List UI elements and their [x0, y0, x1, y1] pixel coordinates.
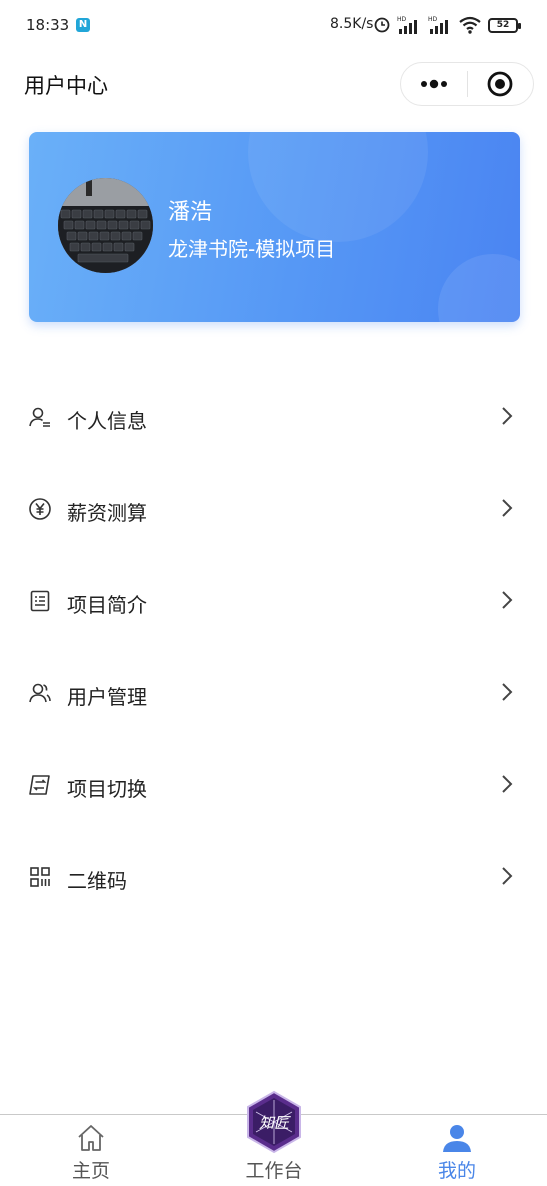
menu-item-label: 项目简介 — [67, 593, 147, 617]
more-button[interactable] — [401, 63, 467, 105]
wifi-icon — [459, 16, 481, 34]
battery-level: 52 — [496, 20, 510, 30]
svg-text:HD: HD — [397, 16, 407, 23]
chevron-right-icon — [502, 867, 513, 885]
users-icon — [29, 683, 51, 703]
status-time: 18:33 — [26, 16, 70, 34]
menu-item-salary-calc[interactable]: 薪资测算 — [0, 464, 547, 556]
menu-item-user-management[interactable]: 用户管理 — [0, 648, 547, 740]
yen-circle-icon — [29, 498, 51, 520]
menu-item-label: 用户管理 — [67, 685, 147, 709]
clock-icon — [374, 17, 390, 33]
chevron-right-icon — [502, 683, 513, 701]
menu-item-personal-info[interactable]: 个人信息 — [0, 372, 547, 464]
target-circle-icon — [487, 71, 513, 97]
network-speed: 8.5K/s — [330, 16, 374, 32]
chevron-right-icon — [502, 591, 513, 609]
chevron-right-icon — [502, 407, 513, 425]
user-project: 龙津书院-模拟项目 — [168, 237, 336, 261]
menu-item-label: 个人信息 — [67, 409, 147, 433]
status-bar: 18:33 N 8.5K/s HD HD 52 — [0, 0, 547, 52]
tab-home-label: 主页 — [71, 1160, 110, 1182]
menu-item-label: 二维码 — [67, 869, 127, 893]
nav-bar: 用户中心 — [0, 58, 547, 112]
card-decoration-2 — [438, 254, 520, 322]
switch-project-icon — [29, 775, 50, 795]
card-decoration — [248, 132, 428, 242]
user-info-icon — [29, 407, 50, 427]
tab-mine[interactable]: 我的 — [397, 1115, 517, 1186]
menu-item-switch-project[interactable]: 项目切换 — [0, 740, 547, 832]
battery-icon: 52 — [488, 17, 521, 33]
avatar[interactable] — [58, 178, 153, 273]
user-name: 潘浩 — [168, 200, 213, 225]
menu-list: 个人信息 薪资测算 项目简介 用户管理 项目切换 二维码 — [0, 372, 547, 924]
menu-item-label: 项目切换 — [67, 777, 147, 801]
menu-item-label: 薪资测算 — [67, 501, 147, 525]
workbench-emblem-icon[interactable]: 知匠 — [244, 1090, 304, 1154]
document-list-icon — [30, 590, 50, 612]
emblem-text: 知匠 — [259, 1114, 291, 1132]
home-icon — [78, 1125, 104, 1151]
miniprogram-capsule — [400, 62, 534, 106]
qr-code-icon — [30, 867, 50, 887]
menu-item-qr-code[interactable]: 二维码 — [0, 832, 547, 924]
close-miniprogram-button[interactable] — [468, 63, 534, 105]
signal-hd-icon-2: HD — [428, 16, 448, 34]
tab-mine-label: 我的 — [437, 1160, 476, 1182]
keyboard-photo — [58, 178, 153, 273]
chevron-right-icon — [502, 499, 513, 517]
profile-card[interactable]: 潘浩 龙津书院-模拟项目 — [29, 132, 520, 322]
page-title: 用户中心 — [24, 74, 108, 98]
system-icons: HD HD 52 — [374, 14, 521, 36]
tab-workbench-label: 工作台 — [245, 1160, 303, 1182]
svg-text:HD: HD — [428, 16, 438, 23]
signal-hd-icon: HD — [397, 16, 417, 34]
chevron-right-icon — [502, 775, 513, 793]
tab-home[interactable]: 主页 — [31, 1115, 151, 1186]
app-notification-icon: N — [76, 18, 90, 32]
menu-item-project-intro[interactable]: 项目简介 — [0, 556, 547, 648]
user-profile-icon — [443, 1125, 471, 1152]
more-dots-icon — [420, 79, 447, 89]
